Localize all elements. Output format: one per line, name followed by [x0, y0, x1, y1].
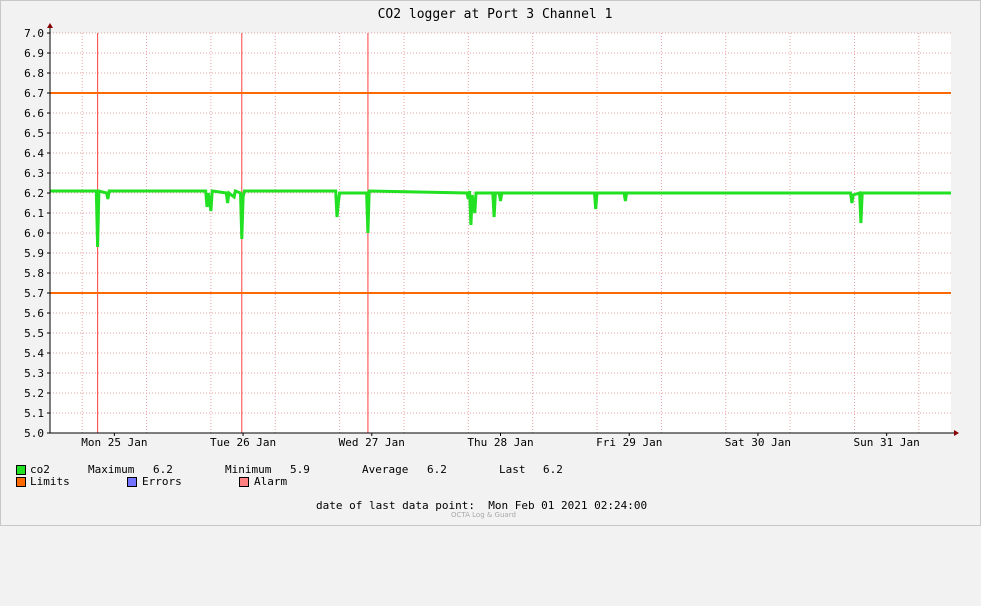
watermark: OCTA Log & Guard [451, 511, 516, 519]
errors-swatch-icon [127, 477, 137, 487]
x-tick-label: Wed 27 Jan [339, 436, 405, 449]
y-tick-label: 5.0 [24, 427, 44, 440]
y-tick-label: 6.6 [24, 107, 44, 120]
legend-last-label: Last [499, 463, 526, 476]
y-axis-arrow [47, 23, 53, 28]
legend-average-label: Average [362, 463, 409, 476]
y-tick-label: 6.2 [24, 187, 44, 200]
y-tick-label: 5.4 [24, 347, 44, 360]
y-tick-label: 5.2 [24, 387, 44, 400]
x-tick-label: Thu 28 Jan [467, 436, 533, 449]
y-tick-label: 5.5 [24, 327, 44, 340]
x-tick-label: Sun 31 Jan [854, 436, 920, 449]
y-tick-label: 6.3 [24, 167, 44, 180]
alarm-swatch-icon [239, 477, 249, 487]
y-tick-label: 5.6 [24, 307, 44, 320]
limits-swatch-icon [16, 477, 26, 487]
y-tick-label: 5.3 [24, 367, 44, 380]
y-tick-label: 5.9 [24, 247, 44, 260]
y-tick-label: 6.7 [24, 87, 44, 100]
chart-area: CO2 logger at Port 3 Channel 1 7.0 6.9 6.8… [24, 7, 959, 449]
x-tick-label: Fri 29 Jan [596, 436, 662, 449]
x-tick-label: Mon 25 Jan [81, 436, 147, 449]
x-tick-labels: Mon 25 Jan Tue 26 Jan Wed 27 Jan Thu 28 Jan… [81, 433, 920, 449]
y-tick-label: 5.1 [24, 407, 44, 420]
x-axis-arrow [954, 430, 959, 436]
legend-errors-label: Errors [142, 475, 182, 488]
y-tick-label: 6.4 [24, 147, 44, 160]
legend-alarm-label: Alarm [254, 475, 288, 488]
legend-average-value: 6.2 [427, 463, 447, 476]
y-tick-label: 7.0 [24, 27, 44, 40]
y-tick-label: 6.9 [24, 47, 44, 60]
chart-title: CO2 logger at Port 3 Channel 1 [378, 7, 613, 22]
y-tick-label: 5.7 [24, 287, 44, 300]
y-tick-labels: 7.0 6.9 6.8 6.7 6.6 6.5 6.4 6.3 6.2 6.1 6.0 5.9 5.8 5… [24, 27, 50, 440]
x-tick-label: Sat 30 Jan [725, 436, 791, 449]
y-tick-label: 5.8 [24, 267, 44, 280]
y-tick-label: 6.5 [24, 127, 44, 140]
legend-last-value: 6.2 [543, 463, 563, 476]
legend-limits-label: Limits [30, 475, 70, 488]
y-tick-label: 6.1 [24, 207, 44, 220]
legend-row-status: Limits Errors Alarm [16, 475, 336, 489]
co2-swatch-icon [16, 465, 26, 475]
y-tick-label: 6.0 [24, 227, 44, 240]
x-tick-label: Tue 26 Jan [210, 436, 276, 449]
y-tick-label: 6.8 [24, 67, 44, 80]
